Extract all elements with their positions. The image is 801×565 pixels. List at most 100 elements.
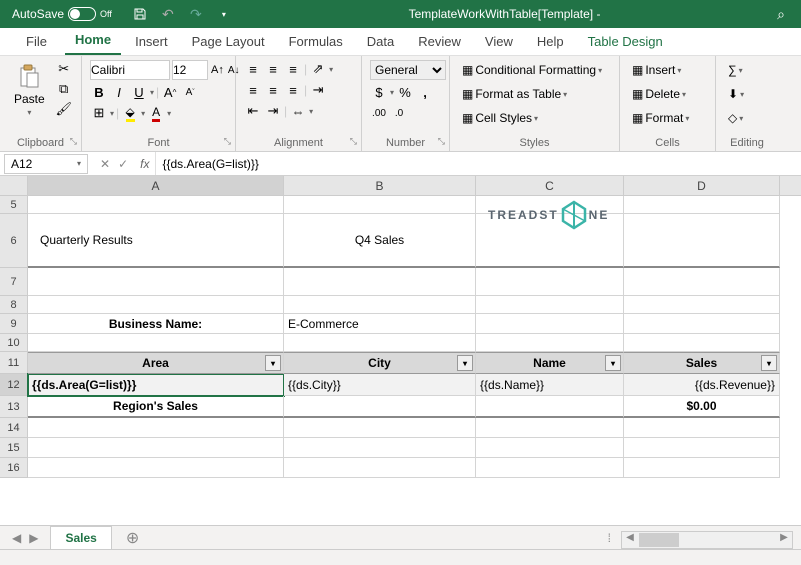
horizontal-scrollbar[interactable]: ◀ ▶: [621, 531, 793, 549]
underline-button[interactable]: U: [130, 83, 148, 101]
cell[interactable]: [284, 268, 476, 296]
decrease-decimal-icon[interactable]: .0: [390, 104, 408, 122]
merge-center-icon[interactable]: ⇔: [289, 102, 307, 120]
row-header[interactable]: 5: [0, 196, 28, 214]
row-header[interactable]: 15: [0, 438, 28, 458]
align-right-icon[interactable]: ≡: [284, 81, 302, 99]
tab-help[interactable]: Help: [527, 28, 574, 55]
tab-file[interactable]: File: [12, 28, 61, 55]
increase-font-alt-icon[interactable]: A^: [161, 83, 179, 101]
cell-footer-label[interactable]: Region's Sales: [28, 396, 284, 418]
cell[interactable]: [284, 396, 476, 418]
tab-review[interactable]: Review: [408, 28, 471, 55]
cell[interactable]: [624, 268, 780, 296]
scroll-thumb[interactable]: [639, 533, 679, 547]
cell[interactable]: [624, 314, 780, 334]
row-header[interactable]: 7: [0, 268, 28, 296]
copy-icon[interactable]: ⧉: [55, 80, 73, 98]
cell[interactable]: [28, 334, 284, 352]
cell[interactable]: [476, 458, 624, 478]
align-center-icon[interactable]: ≡: [264, 81, 282, 99]
delete-cells-button[interactable]: ▦ Delete ▾: [628, 84, 690, 104]
italic-button[interactable]: I: [110, 83, 128, 101]
cell[interactable]: [28, 296, 284, 314]
conditional-formatting-button[interactable]: ▦ Conditional Formatting ▾: [458, 60, 606, 80]
table-header-area[interactable]: Area▾: [28, 352, 284, 374]
fill-button[interactable]: ⬇ ▾: [724, 84, 748, 104]
tab-view[interactable]: View: [475, 28, 523, 55]
format-painter-icon[interactable]: 🖌: [55, 100, 73, 118]
row-header[interactable]: 9: [0, 314, 28, 334]
number-format-select[interactable]: General: [370, 60, 446, 80]
autosum-button[interactable]: ∑ ▾: [724, 60, 747, 80]
search-icon[interactable]: ⌕: [777, 6, 785, 23]
sheet-prev-icon[interactable]: ◀: [12, 531, 21, 545]
increase-font-icon[interactable]: A↑: [210, 61, 225, 79]
cell[interactable]: [284, 418, 476, 438]
cell-business-name-value[interactable]: E-Commerce: [284, 314, 476, 334]
comma-format-icon[interactable]: ,: [416, 83, 434, 101]
filter-icon[interactable]: ▾: [457, 355, 473, 371]
row-header[interactable]: 13: [0, 396, 28, 418]
cell[interactable]: [28, 438, 284, 458]
cell[interactable]: [284, 334, 476, 352]
filter-icon[interactable]: ▾: [761, 355, 777, 371]
select-all-corner[interactable]: [0, 176, 28, 195]
qat-more-icon[interactable]: ▾: [216, 6, 232, 22]
increase-indent-icon[interactable]: ⇥: [264, 102, 282, 120]
filter-icon[interactable]: ▾: [265, 355, 281, 371]
dialog-launcher-icon[interactable]: ⤡: [224, 136, 231, 147]
table-header-sales[interactable]: Sales▾: [624, 352, 780, 374]
cell[interactable]: [624, 334, 780, 352]
cell[interactable]: [284, 458, 476, 478]
col-header-a[interactable]: A: [28, 176, 284, 195]
accept-formula-icon[interactable]: ✓: [118, 157, 128, 171]
cell-area-template[interactable]: {{ds.Area(G=list)}}: [28, 374, 284, 396]
borders-icon[interactable]: ⊞: [90, 104, 108, 122]
row-header[interactable]: 16: [0, 458, 28, 478]
tab-table-design[interactable]: Table Design: [578, 28, 673, 55]
tab-home[interactable]: Home: [65, 26, 121, 55]
cell[interactable]: [476, 438, 624, 458]
dialog-launcher-icon[interactable]: ⤡: [350, 136, 357, 147]
decrease-font-alt-icon[interactable]: Aˇ: [181, 83, 199, 101]
cell[interactable]: [28, 418, 284, 438]
align-middle-icon[interactable]: ≡: [264, 60, 282, 78]
name-box[interactable]: A12▾: [4, 154, 88, 174]
col-header-c[interactable]: C: [476, 176, 624, 195]
orientation-icon[interactable]: ⇗: [309, 60, 327, 78]
dialog-launcher-icon[interactable]: ⤡: [438, 136, 445, 147]
clear-button[interactable]: ◇ ▾: [724, 108, 747, 128]
cell[interactable]: [476, 296, 624, 314]
sheet-next-icon[interactable]: ▶: [29, 531, 38, 545]
dialog-launcher-icon[interactable]: ⤡: [70, 136, 77, 147]
cell[interactable]: [624, 196, 780, 214]
tab-page-layout[interactable]: Page Layout: [182, 28, 275, 55]
cell-title[interactable]: Quarterly Results: [28, 214, 284, 268]
row-header[interactable]: 6: [0, 214, 28, 268]
cell[interactable]: [624, 458, 780, 478]
wrap-text-icon[interactable]: ⇥: [309, 81, 327, 99]
cell[interactable]: [476, 334, 624, 352]
cell[interactable]: [624, 418, 780, 438]
toggle-switch[interactable]: [68, 7, 96, 21]
tab-insert[interactable]: Insert: [125, 28, 178, 55]
align-left-icon[interactable]: ≡: [244, 81, 262, 99]
cell[interactable]: [624, 296, 780, 314]
font-color-icon[interactable]: A: [147, 104, 165, 122]
cell-styles-button[interactable]: ▦ Cell Styles ▾: [458, 108, 542, 128]
cell[interactable]: [624, 438, 780, 458]
sheet-tab-sales[interactable]: Sales: [50, 526, 111, 549]
row-header[interactable]: 14: [0, 418, 28, 438]
add-sheet-button[interactable]: ⊕: [112, 528, 153, 548]
format-as-table-button[interactable]: ▦ Format as Table ▾: [458, 84, 571, 104]
align-bottom-icon[interactable]: ≡: [284, 60, 302, 78]
cell-footer-total[interactable]: $0.00: [624, 396, 780, 418]
undo-icon[interactable]: ↶: [160, 6, 176, 22]
row-header[interactable]: 8: [0, 296, 28, 314]
font-size-select[interactable]: [172, 60, 208, 80]
percent-format-icon[interactable]: %: [396, 83, 414, 101]
scroll-right-icon[interactable]: ▶: [776, 532, 792, 548]
table-header-city[interactable]: City▾: [284, 352, 476, 374]
save-icon[interactable]: [132, 6, 148, 22]
